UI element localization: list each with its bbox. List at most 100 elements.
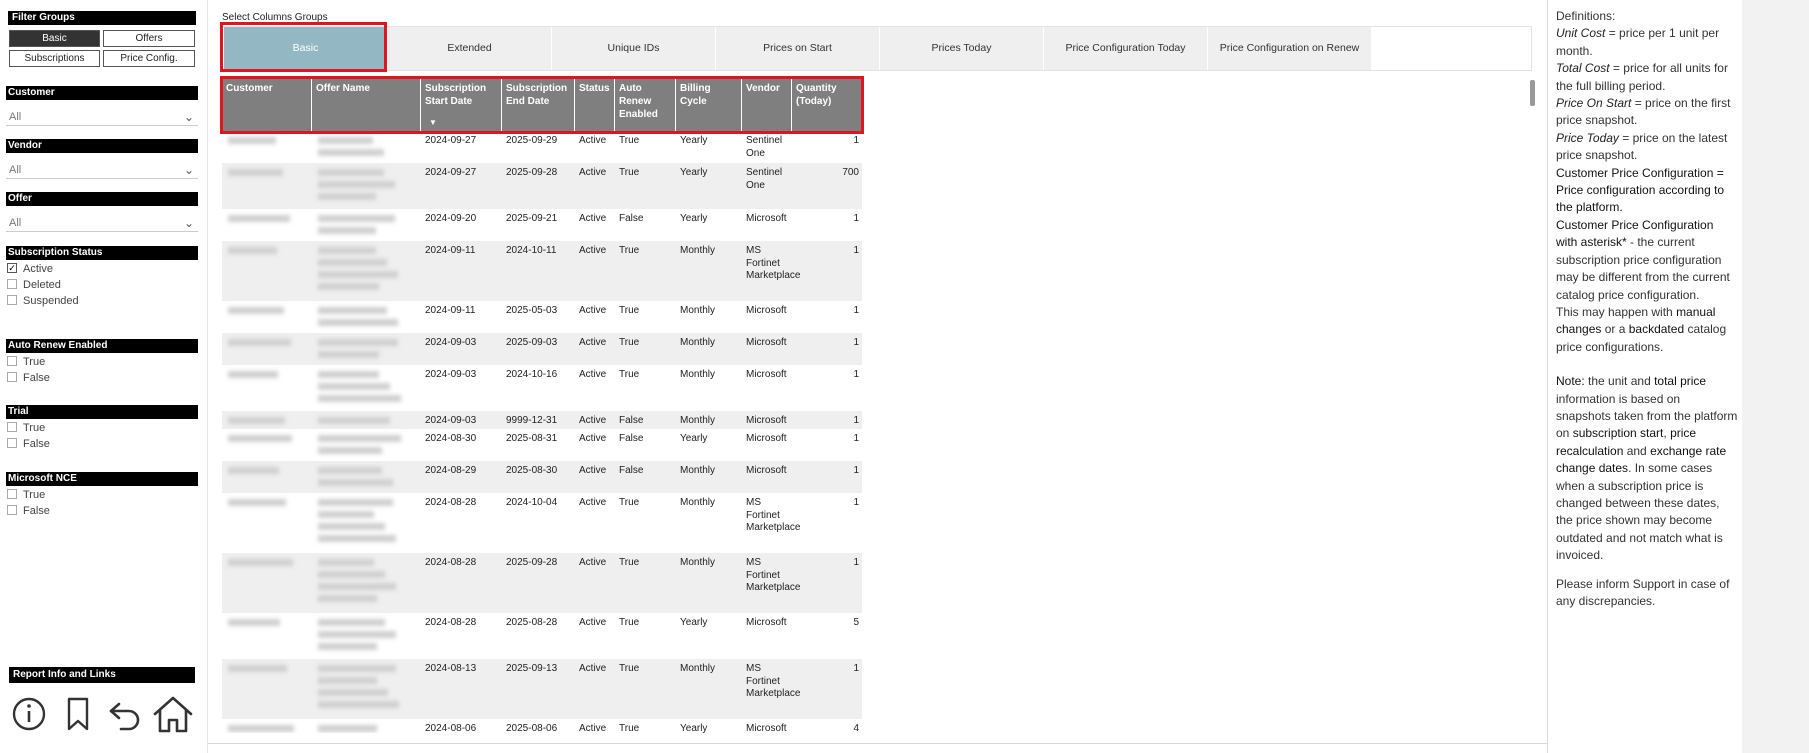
chevron-down-icon: ⌄	[183, 110, 194, 124]
status-active-checkbox[interactable]: ✓ Active	[7, 263, 53, 277]
col-header-subscription-start-date[interactable]: Subscription Start Date ▼	[421, 78, 502, 131]
filter-group-subscriptions-button[interactable]: Subscriptions	[9, 50, 100, 67]
cell-offer-name-redacted	[312, 333, 421, 365]
cell-end: 2024-10-04	[506, 497, 558, 508]
table-scrollbar[interactable]	[1530, 80, 1535, 106]
tab-prices-on-start[interactable]: Prices on Start	[716, 27, 879, 70]
nce-false-checkbox[interactable]: False	[7, 505, 50, 519]
cell-qty: 1	[853, 337, 859, 348]
tab-prices-today[interactable]: Prices Today	[880, 27, 1043, 70]
cell-billing: Monthly	[680, 337, 716, 348]
tab-price-configuration-today[interactable]: Price Configuration Today	[1044, 27, 1207, 70]
cell-vendor: Microsoft	[746, 213, 787, 224]
offer-dropdown[interactable]: All ⌄	[6, 214, 198, 232]
home-icon[interactable]	[152, 694, 194, 734]
cell-qty: 1	[853, 497, 859, 508]
cell-start: 2024-08-06	[425, 723, 477, 733]
vendor-filter-label: Vendor	[6, 139, 198, 153]
tab-basic[interactable]: Basic	[224, 27, 387, 70]
col-header-auto-renew-enabled[interactable]: Auto Renew Enabled	[615, 78, 676, 131]
table-row[interactable]: 2024-09-27 2025-09-29 Active True Yearly Sent…	[222, 131, 862, 163]
cell-status: Active	[579, 305, 607, 316]
cell-start: 2024-09-03	[425, 337, 477, 348]
bookmark-icon[interactable]	[58, 694, 98, 734]
status-deleted-checkbox[interactable]: Deleted	[7, 279, 61, 293]
table-row[interactable]: 2024-08-29 2025-08-30 Active False Monthly Mi…	[222, 461, 862, 493]
cell-customer-redacted	[222, 411, 312, 429]
cell-customer-redacted	[222, 493, 312, 553]
table-header: Customer Offer Name Subscription Start D…	[222, 78, 862, 131]
table-row[interactable]: 2024-09-11 2024-10-11 Active True Monthly MS …	[222, 241, 862, 301]
table-row[interactable]: 2024-09-03 2025-09-03 Active True Monthly Mic…	[222, 333, 862, 365]
table-row[interactable]: 2024-08-30 2025-08-31 Active False Yearly Mic…	[222, 429, 862, 461]
nce-true-label: True	[23, 489, 46, 501]
cell-offer-name-redacted	[312, 301, 421, 333]
cell-qty: 1	[853, 433, 859, 444]
col-header-status[interactable]: Status	[575, 78, 615, 131]
status-suspended-label: Suspended	[23, 295, 79, 307]
auto-renew-false-checkbox[interactable]: False	[7, 372, 50, 386]
table-row[interactable]: 2024-08-13 2025-09-13 Active True Monthly MS …	[222, 659, 862, 719]
table-row[interactable]: 2024-08-06 2025-08-06 Active True Yearly Micr…	[222, 719, 862, 733]
cell-offer-name-redacted	[312, 163, 421, 209]
status-suspended-checkbox[interactable]: Suspended	[7, 295, 79, 309]
cell-auto: True	[619, 723, 640, 733]
nce-true-checkbox[interactable]: True	[7, 489, 45, 503]
divider	[208, 743, 1548, 744]
table-row[interactable]: 2024-08-28 2025-08-28 Active True Yearly Micr…	[222, 613, 862, 659]
auto-renew-filter-label: Auto Renew Enabled	[6, 339, 198, 353]
cell-end: 2025-05-03	[506, 305, 558, 316]
trial-true-checkbox[interactable]: True	[7, 422, 45, 436]
table-row[interactable]: 2024-09-20 2025-09-21 Active False Yearly Mic…	[222, 209, 862, 241]
info-icon[interactable]	[9, 694, 49, 734]
cell-start: 2024-08-13	[425, 663, 477, 674]
table-row[interactable]: 2024-09-03 9999-12-31 Active False Monthly Mi…	[222, 411, 862, 429]
auto-renew-true-label: True	[23, 356, 46, 368]
cell-billing: Yearly	[680, 135, 708, 146]
cell-status: Active	[579, 167, 607, 178]
cell-status: Active	[579, 213, 607, 224]
filter-group-basic-button[interactable]: Basic	[9, 30, 100, 47]
definitions-text: Definitions: Unit Cost = price per 1 uni…	[1556, 8, 1738, 610]
cell-qty: 5	[853, 617, 859, 628]
col-header-quantity-today[interactable]: Quantity (Today)	[792, 78, 862, 131]
col-header-billing-cycle[interactable]: Billing Cycle	[676, 78, 742, 131]
col-header-customer[interactable]: Customer	[222, 78, 312, 131]
customer-dropdown[interactable]: All ⌄	[6, 108, 198, 126]
col-header-offer-name[interactable]: Offer Name	[312, 78, 421, 131]
cell-end: 2025-08-06	[506, 723, 558, 733]
cell-billing: Monthly	[680, 305, 716, 316]
vendor-dropdown[interactable]: All ⌄	[6, 161, 198, 179]
cell-status: Active	[579, 497, 607, 508]
cell-vendor: Microsoft	[746, 415, 787, 426]
tab-extended[interactable]: Extended	[388, 27, 551, 70]
cell-offer-name-redacted	[312, 411, 421, 429]
col-header-vendor[interactable]: Vendor	[742, 78, 792, 131]
auto-renew-true-checkbox[interactable]: True	[7, 356, 45, 370]
cell-billing: Monthly	[680, 415, 716, 426]
cell-end: 2025-08-30	[506, 465, 558, 476]
cell-start: 2024-09-20	[425, 213, 477, 224]
microsoft-nce-filter-label: Microsoft NCE	[6, 472, 198, 486]
filter-group-price-config-button[interactable]: Price Config.	[103, 50, 195, 67]
cell-vendor: Sentinel One	[746, 167, 783, 191]
cell-auto: True	[619, 245, 640, 256]
cell-customer-redacted	[222, 301, 312, 333]
table-row[interactable]: 2024-09-03 2024-10-16 Active True Monthly Mic…	[222, 365, 862, 411]
table-row[interactable]: 2024-08-28 2024-10-04 Active True Monthly MS …	[222, 493, 862, 553]
table-row[interactable]: 2024-09-11 2025-05-03 Active True Monthly Mic…	[222, 301, 862, 333]
customer-dropdown-value: All	[9, 111, 22, 123]
filter-group-offers-button[interactable]: Offers	[103, 30, 195, 47]
back-arrow-icon[interactable]	[105, 694, 145, 734]
tab-price-configuration-on-renew[interactable]: Price Configuration on Renew	[1208, 27, 1371, 70]
table-row[interactable]: 2024-09-27 2025-09-28 Active True Yearly Sent…	[222, 163, 862, 209]
cell-end: 2025-08-31	[506, 433, 558, 444]
trial-false-checkbox[interactable]: False	[7, 438, 50, 452]
table-row[interactable]: 2024-08-28 2025-09-28 Active True Monthly MS …	[222, 553, 862, 613]
cell-customer-redacted	[222, 131, 312, 163]
cell-start: 2024-08-28	[425, 497, 477, 508]
filter-pane: Filter Groups Basic Offers Subscriptions…	[0, 0, 208, 753]
tab-unique-ids[interactable]: Unique IDs	[552, 27, 715, 70]
cell-customer-redacted	[222, 719, 312, 733]
col-header-subscription-end-date[interactable]: Subscription End Date	[502, 78, 575, 131]
